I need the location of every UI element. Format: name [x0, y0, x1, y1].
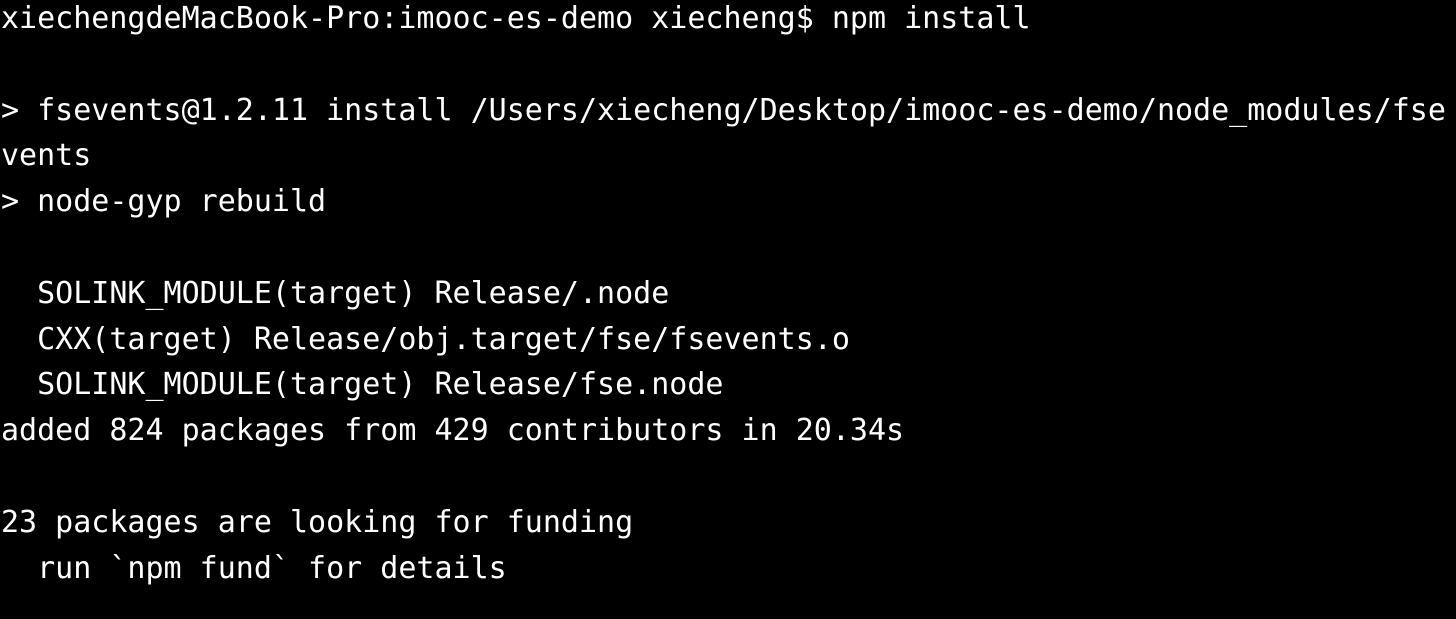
install-script-line: > fsevents@1.2.11 install /Users/xiechen…	[1, 92, 1446, 128]
node-gyp-line: > node-gyp rebuild	[1, 184, 327, 220]
terminal-window[interactable]: xiechengdeMacBook-Pro:imooc-es-demo xiec…	[0, 0, 1456, 615]
build-output-line: SOLINK_MODULE(target) Release/fse.node	[1, 367, 724, 403]
build-output-line: CXX(target) Release/obj.target/fse/fseve…	[1, 321, 850, 357]
funding-hint-line: run `npm fund` for details	[1, 550, 507, 586]
funding-notice-line: 23 packages are looking for funding	[1, 504, 634, 540]
install-summary-line: added 824 packages from 429 contributors…	[1, 413, 905, 449]
install-script-line-wrap: vents	[1, 138, 92, 174]
build-output-line: SOLINK_MODULE(target) Release/.node	[1, 275, 670, 311]
prompt-command-line: xiechengdeMacBook-Pro:imooc-es-demo xiec…	[1, 1, 1031, 36]
